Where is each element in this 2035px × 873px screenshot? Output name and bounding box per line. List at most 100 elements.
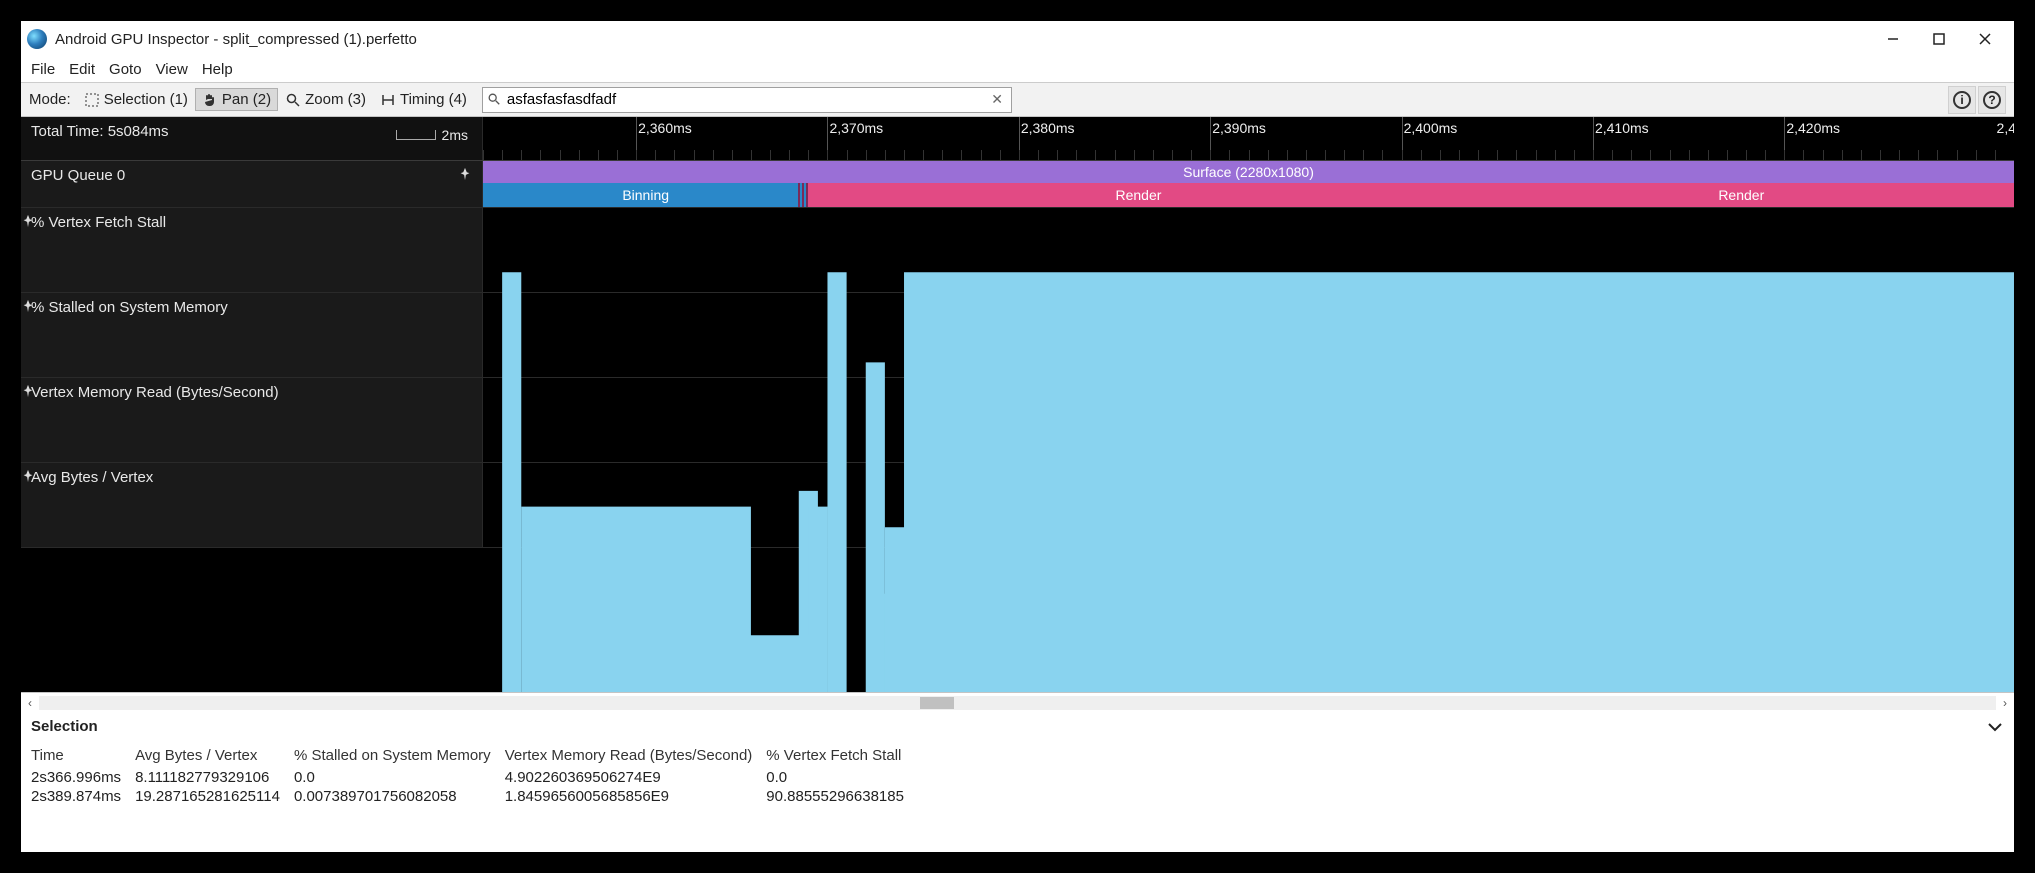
menu-help[interactable]: Help bbox=[196, 60, 239, 79]
track-header-vfs[interactable]: % Vertex Fetch Stall bbox=[21, 208, 483, 292]
info-button[interactable]: i bbox=[1948, 86, 1976, 114]
toolbar: Mode: Selection (1) Pan (2) Zoom (3) Tim… bbox=[21, 83, 2014, 117]
track-header-gpu-queue[interactable]: GPU Queue 0 bbox=[21, 161, 483, 207]
scroll-left-icon[interactable]: ‹ bbox=[21, 696, 39, 710]
mode-selection-label: Selection (1) bbox=[104, 91, 188, 108]
selection-cell: 2s366.996ms bbox=[31, 768, 135, 787]
help-button[interactable]: ? bbox=[1978, 86, 2006, 114]
ruler-tick-label: 2,420ms bbox=[1786, 120, 1840, 136]
pin-icon[interactable] bbox=[21, 469, 35, 483]
track-header-vmr[interactable]: Vertex Memory Read (Bytes/Second) bbox=[21, 378, 483, 462]
selection-cell: 0.0 bbox=[294, 768, 505, 787]
selection-cell: 1.8459656005685856E9 bbox=[505, 787, 767, 806]
app-icon bbox=[27, 29, 47, 49]
ruler-tick-label: 2,400ms bbox=[1404, 120, 1458, 136]
track-lane-abv[interactable] bbox=[483, 463, 2014, 547]
menu-file[interactable]: File bbox=[25, 60, 61, 79]
horizontal-scrollbar[interactable]: ‹ › bbox=[21, 692, 2014, 712]
help-icon: ? bbox=[1983, 91, 2001, 109]
track-label: % Stalled on System Memory bbox=[31, 299, 228, 316]
track-abv: Avg Bytes / Vertex bbox=[21, 463, 2014, 548]
scale-indicator: 2ms bbox=[396, 127, 468, 143]
selection-icon bbox=[84, 92, 100, 108]
ruler-tick-label: 2,370ms bbox=[829, 120, 883, 136]
selection-cell: 4.902260369506274E9 bbox=[505, 768, 767, 787]
track-vfs: % Vertex Fetch Stall bbox=[21, 208, 2014, 293]
total-time-label: Total Time: 5s084ms bbox=[31, 123, 169, 140]
menu-edit[interactable]: Edit bbox=[63, 60, 101, 79]
scrollbar-track[interactable] bbox=[39, 696, 1996, 710]
pin-icon[interactable] bbox=[458, 167, 472, 181]
phase-render[interactable]: Render bbox=[1469, 183, 2014, 207]
phase-binning[interactable]: Binning bbox=[483, 183, 808, 207]
surface-label: Surface (2280x1080) bbox=[1183, 164, 1314, 180]
mode-timing[interactable]: Timing (4) bbox=[373, 88, 474, 111]
titlebar[interactable]: Android GPU Inspector - split_compressed… bbox=[21, 21, 2014, 57]
selection-cell: 19.287165281625114 bbox=[135, 787, 294, 806]
track-header-ssm[interactable]: % Stalled on System Memory bbox=[21, 293, 483, 377]
pin-icon[interactable] bbox=[21, 384, 35, 398]
info-icon: i bbox=[1953, 91, 1971, 109]
maximize-button[interactable] bbox=[1916, 24, 1962, 54]
pin-icon[interactable] bbox=[21, 299, 35, 313]
scroll-right-icon[interactable]: › bbox=[1996, 696, 2014, 710]
track-lane-ssm[interactable] bbox=[483, 293, 2014, 377]
pan-icon bbox=[202, 92, 218, 108]
selection-col-header[interactable]: % Vertex Fetch Stall bbox=[766, 745, 918, 768]
mode-zoom[interactable]: Zoom (3) bbox=[278, 88, 373, 111]
selection-col-header[interactable]: Time bbox=[31, 745, 135, 768]
minimize-button[interactable] bbox=[1870, 24, 1916, 54]
track-lane-vmr[interactable] bbox=[483, 378, 2014, 462]
search-icon bbox=[487, 92, 503, 108]
track-vmr: Vertex Memory Read (Bytes/Second) bbox=[21, 378, 2014, 463]
ruler-tick-label: 2,380ms bbox=[1021, 120, 1075, 136]
window-title: Android GPU Inspector - split_compressed… bbox=[55, 31, 417, 48]
search-input[interactable] bbox=[507, 91, 987, 108]
selection-cell: 0.007389701756082058 bbox=[294, 787, 505, 806]
track-label: Vertex Memory Read (Bytes/Second) bbox=[31, 384, 279, 401]
menu-goto[interactable]: Goto bbox=[103, 60, 148, 79]
phase-render[interactable]: Render bbox=[808, 183, 1468, 207]
mode-pan[interactable]: Pan (2) bbox=[195, 88, 278, 111]
timing-icon bbox=[380, 92, 396, 108]
track-lane-vfs[interactable] bbox=[483, 208, 2014, 292]
scale-label: 2ms bbox=[442, 127, 468, 143]
surface-bar[interactable]: Surface (2280x1080) bbox=[483, 161, 2014, 183]
selection-col-header[interactable]: Avg Bytes / Vertex bbox=[135, 745, 294, 768]
search-box[interactable]: ✕ bbox=[482, 87, 1012, 113]
table-row[interactable]: 2s366.996ms8.1111827793291060.04.9022603… bbox=[31, 768, 918, 787]
time-ruler[interactable]: 2,360ms 2,370ms 2,380ms 2,390ms 2,400ms 2,410… bbox=[483, 117, 2014, 160]
gpu-queue-lane[interactable]: Surface (2280x1080) BinningRenderRender bbox=[483, 161, 2014, 207]
ruler-tick-label: 2,410ms bbox=[1595, 120, 1649, 136]
ruler-tick-label: 2,360ms bbox=[638, 120, 692, 136]
selection-panel: Selection TimeAvg Bytes / Vertex% Stalle… bbox=[21, 712, 2014, 852]
pin-icon[interactable] bbox=[21, 214, 35, 228]
tracks-area[interactable]: Total Time: 5s084ms 2ms 2,360ms2,370ms2,… bbox=[21, 117, 2014, 692]
total-time-cell: Total Time: 5s084ms 2ms bbox=[21, 117, 483, 160]
scale-bracket-icon bbox=[396, 130, 436, 140]
ruler-tick-label: 2,390ms bbox=[1212, 120, 1266, 136]
zoom-icon bbox=[285, 92, 301, 108]
selection-table: TimeAvg Bytes / Vertex% Stalled on Syste… bbox=[31, 745, 918, 806]
table-row[interactable]: 2s389.874ms19.2871652816251140.007389701… bbox=[31, 787, 918, 806]
track-label-gpu-queue: GPU Queue 0 bbox=[31, 167, 125, 184]
search-clear-icon[interactable]: ✕ bbox=[987, 91, 1007, 108]
track-gpu-queue: GPU Queue 0 Surface (2280x1080) BinningR… bbox=[21, 161, 2014, 208]
mode-pan-label: Pan (2) bbox=[222, 91, 271, 108]
selection-col-header[interactable]: Vertex Memory Read (Bytes/Second) bbox=[505, 745, 767, 768]
mode-zoom-label: Zoom (3) bbox=[305, 91, 366, 108]
selection-cell: 90.88555296638185 bbox=[766, 787, 918, 806]
selection-col-header[interactable]: % Stalled on System Memory bbox=[294, 745, 505, 768]
close-button[interactable] bbox=[1962, 24, 2008, 54]
time-ruler-row: Total Time: 5s084ms 2ms 2,360ms2,370ms2,… bbox=[21, 117, 2014, 161]
panel-collapse-icon[interactable] bbox=[1986, 718, 2004, 736]
track-header-abv[interactable]: Avg Bytes / Vertex bbox=[21, 463, 483, 547]
selection-cell: 8.111182779329106 bbox=[135, 768, 294, 787]
selection-cell: 2s389.874ms bbox=[31, 787, 135, 806]
menu-view[interactable]: View bbox=[150, 60, 194, 79]
mode-selection[interactable]: Selection (1) bbox=[77, 88, 195, 111]
scrollbar-thumb[interactable] bbox=[920, 697, 954, 709]
menubar: File Edit Goto View Help bbox=[21, 57, 2014, 83]
track-label: % Vertex Fetch Stall bbox=[31, 214, 166, 231]
selection-cell: 0.0 bbox=[766, 768, 918, 787]
